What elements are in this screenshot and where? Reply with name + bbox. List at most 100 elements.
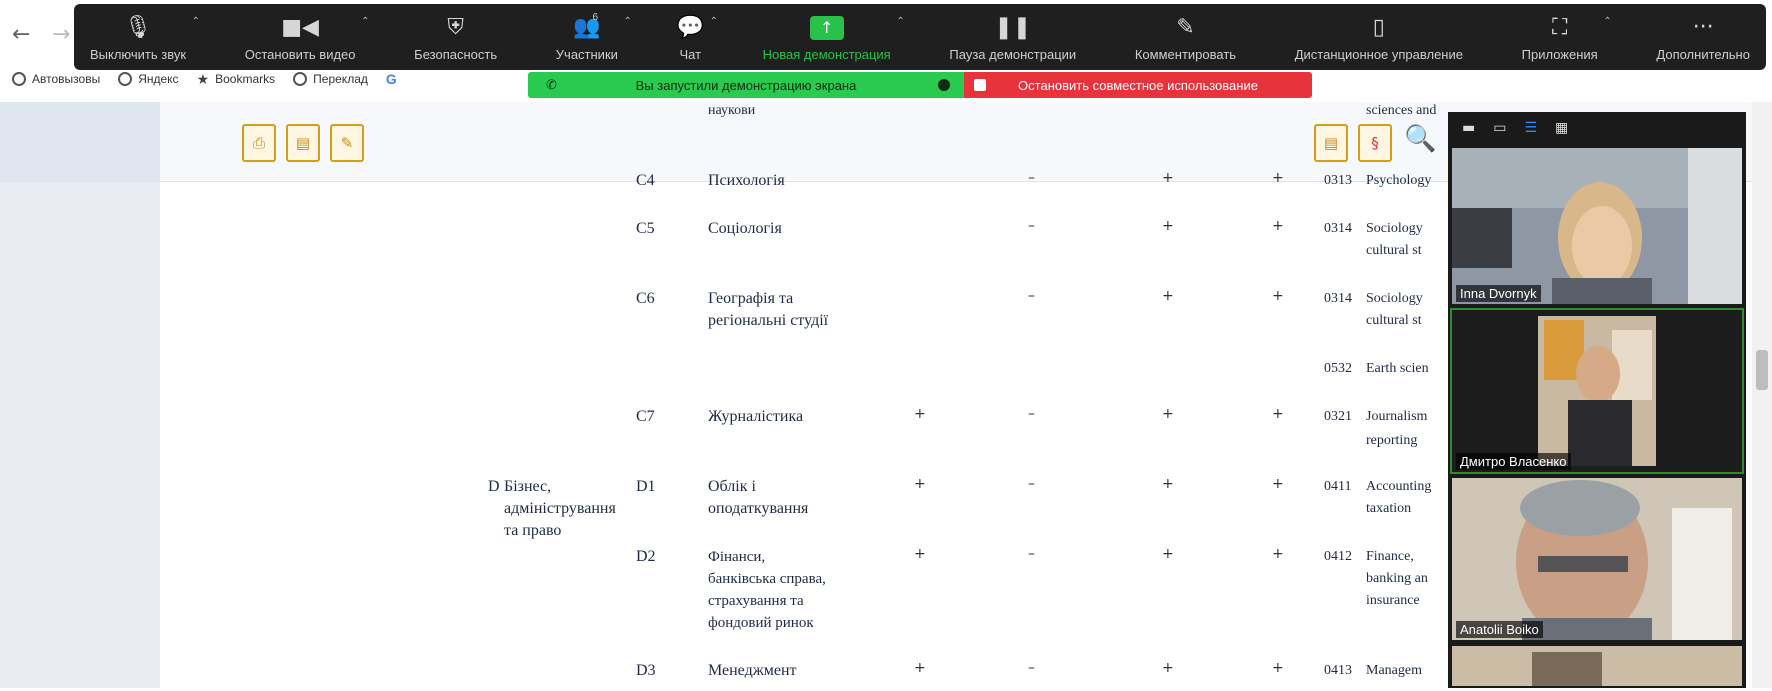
mouse-icon: ▯ — [1372, 15, 1385, 40]
bookmark-google[interactable]: G — [386, 71, 397, 87]
table-cell-name: наукови — [708, 103, 756, 118]
table-cell-iscd: 0313 — [1324, 173, 1352, 188]
chat-label: Чат — [679, 46, 702, 62]
table-cell-code: D3 — [636, 662, 656, 679]
chevron-up-icon[interactable]: ⌃ — [192, 16, 200, 27]
mute-button[interactable]: 🎙 Выключить звук ⌃ — [86, 4, 200, 70]
bookmark-label: Автовызовы — [32, 72, 101, 86]
video-tile-active-speaker[interactable]: Дмитро Власенко — [1450, 308, 1744, 474]
bookmark-label: Яндекс — [138, 72, 179, 86]
gallery-view-icon[interactable]: ▦ — [1555, 120, 1568, 136]
participant-video — [1452, 478, 1742, 640]
video-tile[interactable]: Anatolii Boiko — [1450, 476, 1744, 642]
table-cell-mark: + — [1162, 660, 1174, 676]
table-cell-name: страхування та — [708, 593, 804, 609]
table-cell-en: taxation — [1366, 501, 1412, 516]
chevron-up-icon[interactable]: ⌃ — [361, 16, 369, 27]
stop-share-label: Остановить совместное использование — [1018, 77, 1258, 93]
table-cell-mark: + — [1272, 288, 1284, 304]
shield-icon: ⛨ — [447, 15, 464, 40]
document-icon[interactable]: ▤ — [286, 124, 320, 162]
table-cell-name: Географія та — [708, 290, 794, 307]
strip-view-icon[interactable]: ☰ — [1524, 120, 1537, 136]
participants-button[interactable]: 👥 6 Участники ⌃ — [552, 4, 632, 70]
pdf-document-icon[interactable]: § — [1358, 124, 1392, 162]
bookmark-avtovyzovy[interactable]: Автовызовы — [12, 72, 100, 86]
scrollbar-thumb[interactable] — [1756, 350, 1768, 390]
remote-control-button[interactable]: ▯ Дистанционное управление — [1291, 4, 1467, 70]
pencil-icon: ✎ — [1176, 15, 1195, 40]
stop-video-label: Остановить видео — [244, 46, 356, 62]
bookmark-pereklad[interactable]: Переклад — [293, 72, 368, 86]
page-scrollbar[interactable] — [1752, 102, 1772, 688]
search-icon[interactable]: 🔍 — [1404, 124, 1436, 154]
table-cell-mark: – — [1028, 406, 1035, 422]
chevron-up-icon[interactable]: ⌃ — [896, 16, 904, 27]
edit-document-icon[interactable]: ✎ — [330, 124, 364, 162]
video-panel-toolbar: ▬ ▭ ☰ ▦ — [1448, 112, 1746, 144]
new-share-button[interactable]: ↑ Новая демонстрация ⌃ — [759, 4, 905, 70]
table-cell-name: Фінанси, — [708, 549, 766, 565]
stop-square-icon — [974, 79, 986, 91]
table-cell-code: D2 — [636, 548, 656, 565]
chevron-up-icon[interactable]: ⌃ — [1603, 16, 1611, 27]
table-cell-mark: + — [1272, 218, 1284, 234]
share-screen-icon: ↑ — [809, 15, 844, 40]
chat-button[interactable]: 💬 Чат ⌃ — [673, 4, 718, 70]
chevron-up-icon[interactable]: ⌃ — [624, 16, 632, 27]
table-cell-mark: + — [914, 660, 926, 676]
table-cell-en: reporting — [1366, 433, 1418, 448]
document-list-icon[interactable]: ▤ — [1314, 124, 1348, 162]
apps-button[interactable]: ⛶ Приложения ⌃ — [1518, 4, 1612, 70]
stop-video-button[interactable]: ■◀ Остановить видео ⌃ — [241, 4, 370, 70]
table-cell-mark: – — [1028, 546, 1035, 562]
table-cell-name: банківська справа, — [708, 571, 826, 587]
more-button[interactable]: ··· Дополнительно — [1652, 4, 1754, 70]
table-cell-name: оподаткування — [708, 500, 809, 517]
chat-icon: 💬 — [676, 15, 704, 40]
speaker-view-icon[interactable]: ▭ — [1493, 120, 1506, 136]
table-cell-name: Журналістика — [708, 408, 804, 425]
forward-arrow-icon[interactable]: → — [52, 22, 70, 47]
globe-icon — [12, 72, 26, 86]
bookmark-yandex[interactable]: Яндекс — [118, 72, 179, 86]
video-panel: ▬ ▭ ☰ ▦ Inna Dvornyk Дмитро Власенко Ana… — [1448, 112, 1746, 688]
minimize-icon[interactable]: ▬ — [1462, 120, 1475, 136]
table-cell-mark: + — [1162, 170, 1174, 186]
annotate-label: Комментировать — [1134, 46, 1237, 62]
annotate-button[interactable]: ✎ Комментировать — [1131, 4, 1240, 70]
table-cell-iscd: 0413 — [1324, 663, 1352, 678]
table-cell-code: C6 — [636, 290, 655, 307]
back-arrow-icon[interactable]: ← — [12, 22, 30, 47]
table-cell-mark: + — [914, 476, 926, 492]
security-label: Безопасность — [414, 46, 498, 62]
participants-label: Участники — [555, 46, 618, 62]
table-cell-en: Sociology — [1366, 291, 1423, 306]
table-cell-mark: + — [1162, 406, 1174, 422]
pause-share-button[interactable]: ❚❚ Пауза демонстрации — [945, 4, 1080, 70]
video-tile[interactable] — [1450, 644, 1744, 688]
globe-icon — [293, 72, 308, 86]
table-cell-iscd: 0412 — [1324, 549, 1352, 564]
table-cell-code: C5 — [636, 220, 655, 237]
new-share-label: Новая демонстрация — [762, 46, 891, 62]
security-button[interactable]: ⛨ Безопасность — [410, 4, 501, 70]
table-cell-section: та право — [504, 522, 562, 539]
table-cell-mark: + — [1272, 660, 1284, 676]
table-cell-mark: – — [1028, 218, 1035, 234]
participants-count: 6 — [592, 12, 598, 23]
pause-share-label: Пауза демонстрации — [949, 46, 1077, 62]
video-tile[interactable]: Inna Dvornyk — [1450, 146, 1744, 306]
table-cell-en: Earth scien — [1366, 361, 1429, 376]
chevron-up-icon[interactable]: ⌃ — [710, 16, 718, 27]
stop-share-button[interactable]: Остановить совместное использование — [964, 72, 1312, 98]
table-cell-mark: – — [1028, 476, 1035, 492]
participant-name: Дмитро Власенко — [1456, 453, 1571, 470]
bookmark-label: Переклад — [313, 72, 368, 86]
table-cell-en: cultural st — [1366, 313, 1422, 328]
table-cell-en: Managem — [1366, 663, 1422, 678]
table-cell-section: D — [488, 478, 500, 495]
table-cell-mark: + — [1272, 546, 1284, 562]
bookmark-bookmarks[interactable]: ★ Bookmarks — [197, 71, 276, 88]
print-icon[interactable]: ⎙ — [242, 124, 276, 162]
